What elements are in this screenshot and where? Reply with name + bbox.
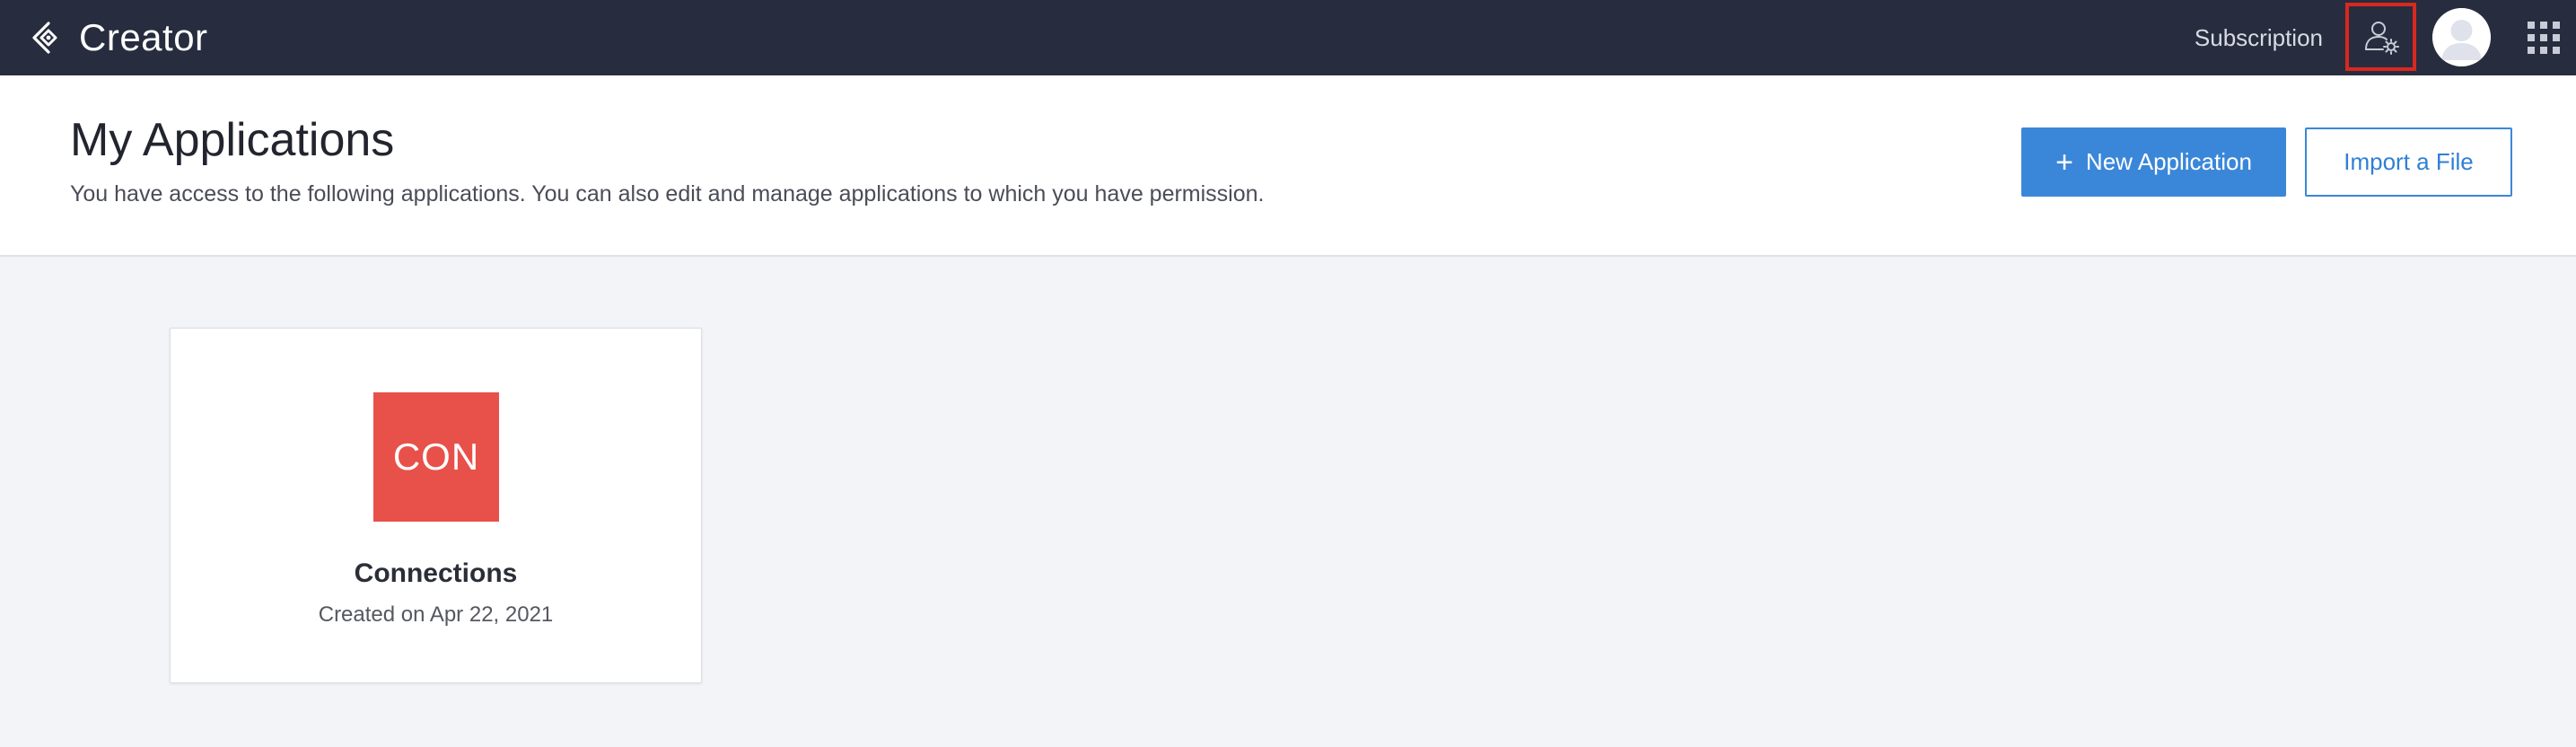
creator-logo-icon (32, 22, 57, 54)
grid-dot (2528, 22, 2535, 29)
application-card[interactable]: CON Connections Created on Apr 22, 2021 (170, 328, 702, 683)
user-avatar-icon (2432, 8, 2491, 66)
application-name: Connections (354, 558, 518, 588)
page-header: My Applications You have access to the f… (0, 75, 2576, 257)
grid-dot (2528, 34, 2535, 41)
new-application-label: New Application (2085, 148, 2252, 175)
grid-dot (2540, 47, 2547, 54)
plus-icon: + (2055, 145, 2073, 180)
user-avatar[interactable] (2432, 8, 2491, 66)
brand-logo[interactable]: Creator (31, 0, 208, 75)
import-file-button[interactable]: Import a File (2305, 127, 2512, 197)
grid-dot (2553, 22, 2560, 29)
page-subtitle: You have access to the following applica… (70, 181, 1265, 207)
user-settings-icon (2364, 22, 2399, 55)
application-created-date: Created on Apr 22, 2021 (318, 602, 554, 627)
page-title: My Applications (70, 114, 395, 166)
user-settings-button[interactable] (2345, 3, 2416, 71)
grid-dot (2553, 34, 2560, 41)
brand-name: Creator (79, 16, 208, 58)
subscription-link[interactable]: Subscription (2190, 0, 2323, 75)
top-navigation-bar: Creator Subscription (0, 0, 2576, 75)
grid-dot (2528, 47, 2535, 54)
grid-dot (2540, 34, 2547, 41)
application-tile: CON (373, 392, 499, 522)
new-application-button[interactable]: + New Application (2021, 127, 2286, 197)
apps-grid-icon[interactable] (2528, 22, 2560, 54)
grid-dot (2553, 47, 2560, 54)
grid-dot (2540, 22, 2547, 29)
